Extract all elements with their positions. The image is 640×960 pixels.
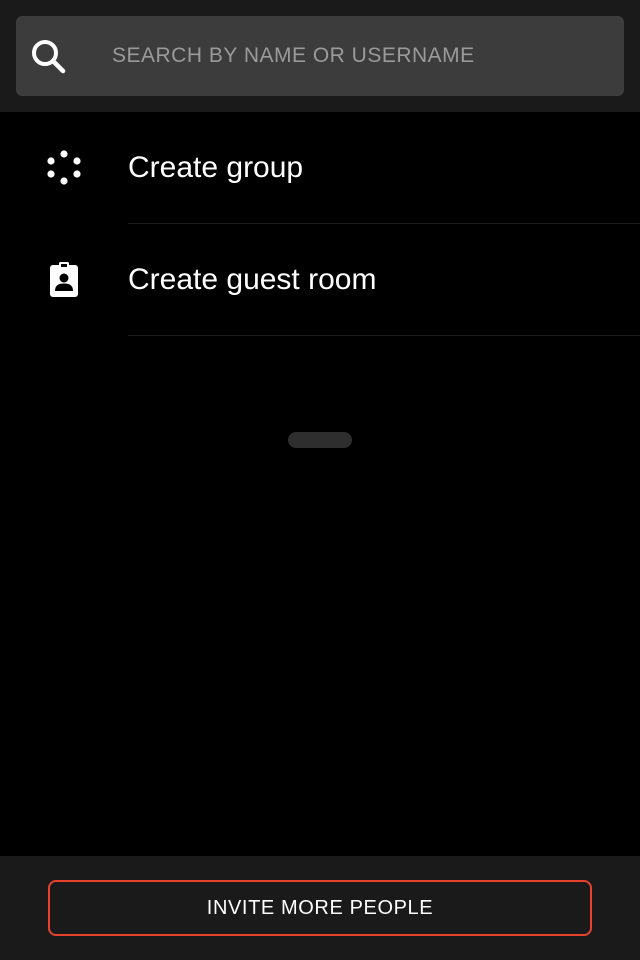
create-guest-room-item[interactable]: Create guest room [0,224,640,336]
divider [128,335,640,336]
invite-more-people-button[interactable]: INVITE MORE PEOPLE [48,880,592,936]
create-group-label: Create group [128,151,304,184]
group-dots-icon [47,150,81,185]
create-guest-room-label: Create guest room [128,263,377,296]
action-list: Create group Create guest room [0,112,640,336]
screen: Create group Create guest room INVITE MO… [0,0,640,960]
loading-indicator [288,432,352,448]
search-input[interactable] [112,16,602,96]
footer-bar: INVITE MORE PEOPLE [0,856,640,960]
create-group-item[interactable]: Create group [0,112,640,224]
guest-badge-icon [50,262,78,297]
search-icon[interactable] [30,38,66,74]
search-bar [0,0,640,112]
